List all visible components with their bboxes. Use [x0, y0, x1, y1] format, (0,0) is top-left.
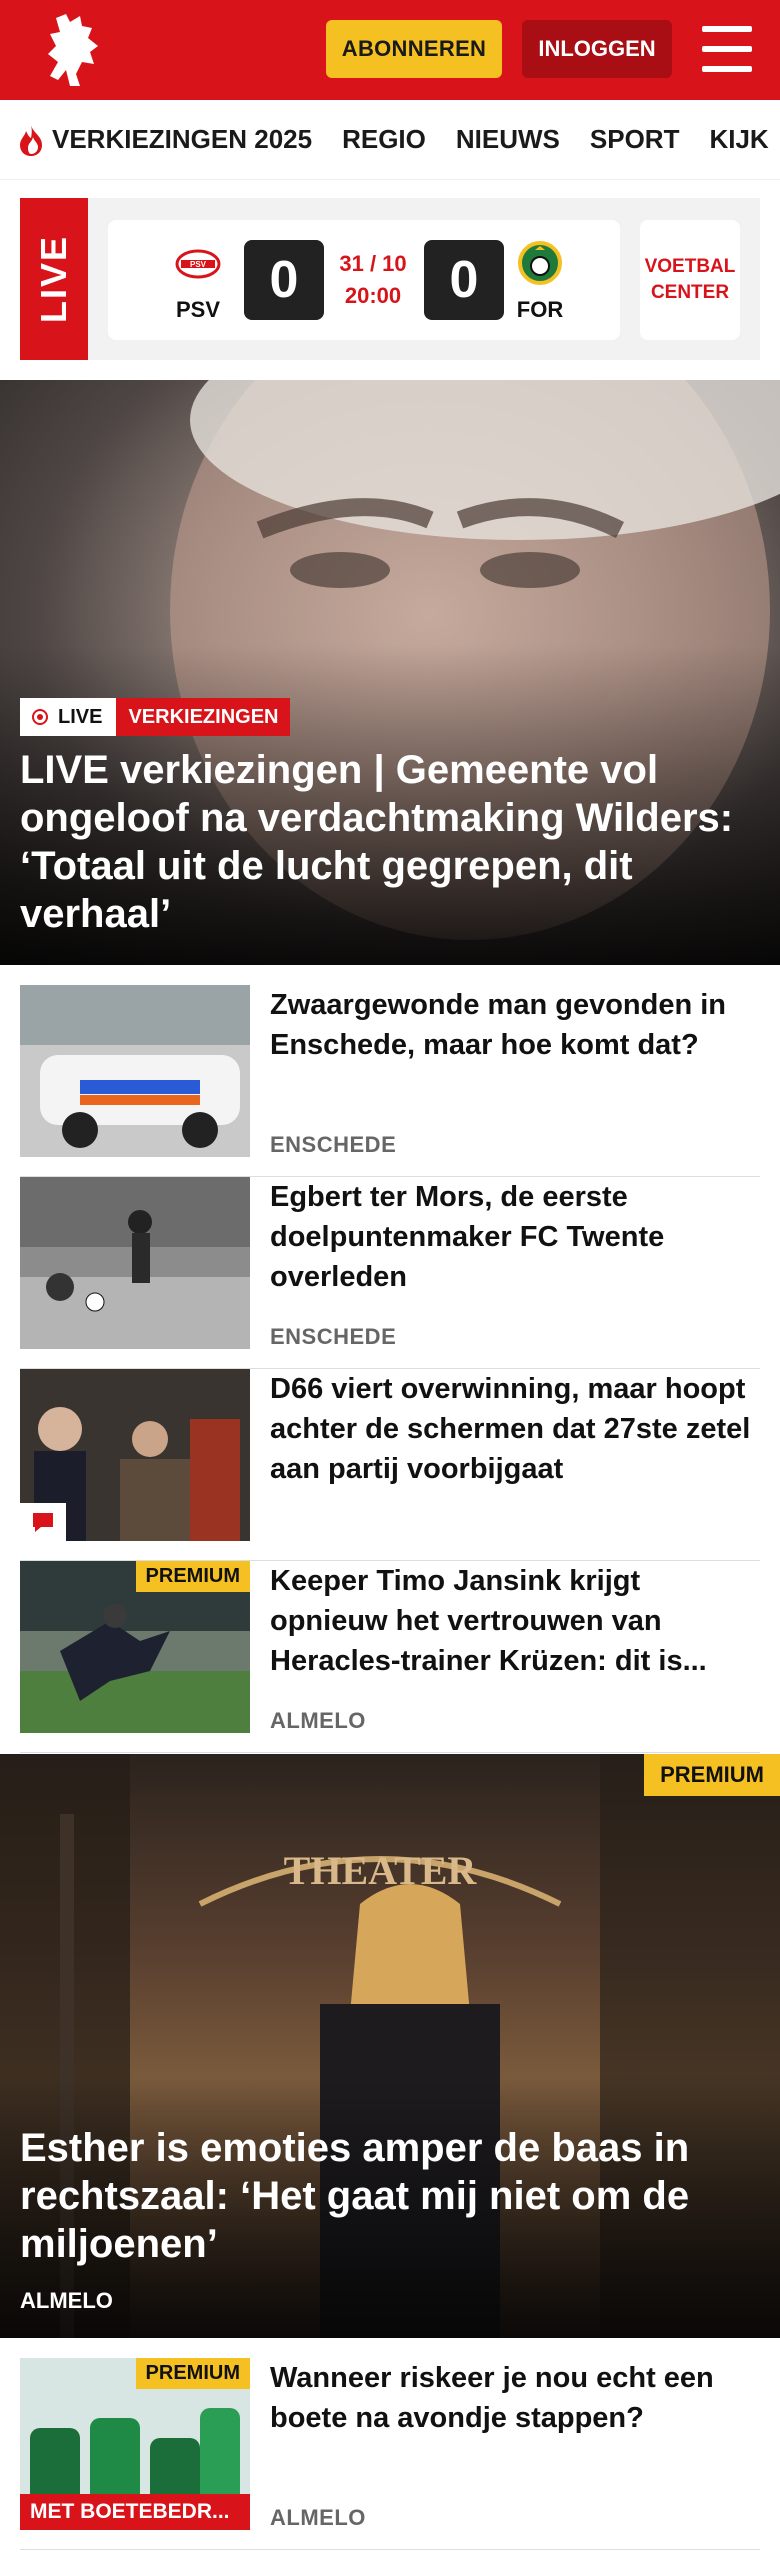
list-item[interactable]: Zwaargewonde man gevonden in Enschede, m…	[20, 985, 760, 1177]
article-title: Zwaargewonde man gevonden in Enschede, m…	[270, 989, 727, 1061]
nav-item-regio[interactable]: REGIO	[342, 124, 426, 155]
match-datetime: 31 / 10 20:00	[330, 248, 416, 312]
article-location: ALMELO	[270, 2505, 366, 2530]
premium-badge: PREMIUM	[644, 1754, 780, 1796]
subscribe-button[interactable]: ABONNEREN	[326, 20, 502, 78]
main-nav: VERKIEZINGEN 2025 REGIO NIEUWS SPORT KIJ…	[0, 100, 780, 180]
article-thumbnail	[20, 1369, 250, 1541]
top-bar: ABONNEREN INLOGGEN	[0, 0, 780, 100]
premium-badge: PREMIUM	[135, 1561, 250, 1592]
away-team-name: FOR	[516, 297, 564, 322]
nav-item-verkiezingen[interactable]: VERKIEZINGEN 2025	[16, 123, 312, 157]
article-title: D66 viert overwinning, maar hoopt achter…	[270, 1373, 751, 1485]
feature-article[interactable]: THEATER PREMIUM Esther is emoties amper …	[0, 1754, 780, 2338]
voetbal-center-button[interactable]: VOETBAL CENTER	[640, 220, 740, 340]
home-team: PSV PSV	[158, 240, 238, 323]
list-item[interactable]: Egbert ter Mors, de eerste doelpuntenmak…	[20, 1177, 760, 1369]
list-item[interactable]: PREMIUM MET BOETEBEDR... Wanneer riskeer…	[20, 2358, 760, 2550]
list-item[interactable]: D66 viert overwinning, maar hoopt achter…	[20, 1369, 760, 1561]
tubantia-horse-logo-icon[interactable]	[36, 10, 108, 90]
live-label: LIVE	[20, 198, 88, 360]
feature-title: Esther is emoties amper de baas in recht…	[20, 2126, 690, 2266]
list-item[interactable]: PREMIUM Keeper Timo Jansink krijgt opnie…	[20, 1561, 760, 1753]
match-time: 20:00	[344, 283, 402, 308]
flame-icon	[20, 124, 42, 156]
article-thumbnail: PREMIUM MET BOETEBEDR...	[20, 2358, 250, 2530]
article-tag: MET BOETEBEDR...	[20, 2494, 250, 2530]
hero-title: LIVE verkiezingen | Gemeente vol ongeloo…	[20, 748, 734, 936]
article-location: ENSCHEDE	[270, 1132, 397, 1157]
nav-item-nieuws[interactable]: NIEUWS	[456, 124, 560, 155]
live-match-widget: LIVE PSV PSV 0 31 / 10 20:00 0 FOR VOETB…	[20, 198, 760, 360]
hamburger-menu-icon[interactable]	[702, 26, 752, 72]
fortuna-crest-icon	[518, 241, 562, 285]
article-title: Keeper Timo Jansink krijgt opnieuw het v…	[270, 1565, 707, 1677]
premium-badge: PREMIUM	[135, 2358, 250, 2389]
hero-article[interactable]: LIVE VERKIEZINGEN LIVE verkiezingen | Ge…	[0, 380, 780, 965]
home-team-name: PSV	[175, 297, 221, 322]
comment-icon	[20, 1503, 66, 1541]
score-card[interactable]: PSV PSV 0 31 / 10 20:00 0 FOR	[108, 220, 620, 340]
svg-text:THEATER: THEATER	[284, 1848, 478, 1893]
article-location: ALMELO	[270, 1708, 366, 1733]
away-team: FOR	[500, 240, 580, 323]
article-title: Wanneer riskeer je nou echt een boete na…	[270, 2362, 714, 2434]
nav-item-sport[interactable]: SPORT	[590, 124, 680, 155]
category-badge: VERKIEZINGEN	[116, 698, 291, 736]
home-score: 0	[244, 240, 324, 320]
article-list-2: PREMIUM MET BOETEBEDR... Wanneer riskeer…	[20, 2358, 760, 2550]
away-score: 0	[424, 240, 504, 320]
nav-item-kijk[interactable]: KIJK	[709, 124, 768, 155]
feature-location: ALMELO	[20, 2288, 113, 2313]
article-title: Egbert ter Mors, de eerste doelpuntenmak…	[270, 1181, 665, 1293]
article-thumbnail: PREMIUM	[20, 1561, 250, 1733]
article-thumbnail	[20, 1177, 250, 1349]
hero-badges: LIVE VERKIEZINGEN	[20, 698, 291, 736]
svg-text:PSV: PSV	[190, 260, 207, 269]
nav-item-label: VERKIEZINGEN 2025	[52, 124, 313, 154]
match-date: 31 / 10	[339, 251, 407, 276]
article-location: ENSCHEDE	[270, 1324, 397, 1349]
article-thumbnail	[20, 985, 250, 1157]
live-dot-icon	[32, 709, 48, 725]
live-badge: LIVE	[20, 698, 117, 736]
login-button[interactable]: INLOGGEN	[522, 20, 672, 78]
psv-crest-icon: PSV	[175, 249, 221, 279]
article-list: Zwaargewonde man gevonden in Enschede, m…	[20, 985, 760, 1753]
